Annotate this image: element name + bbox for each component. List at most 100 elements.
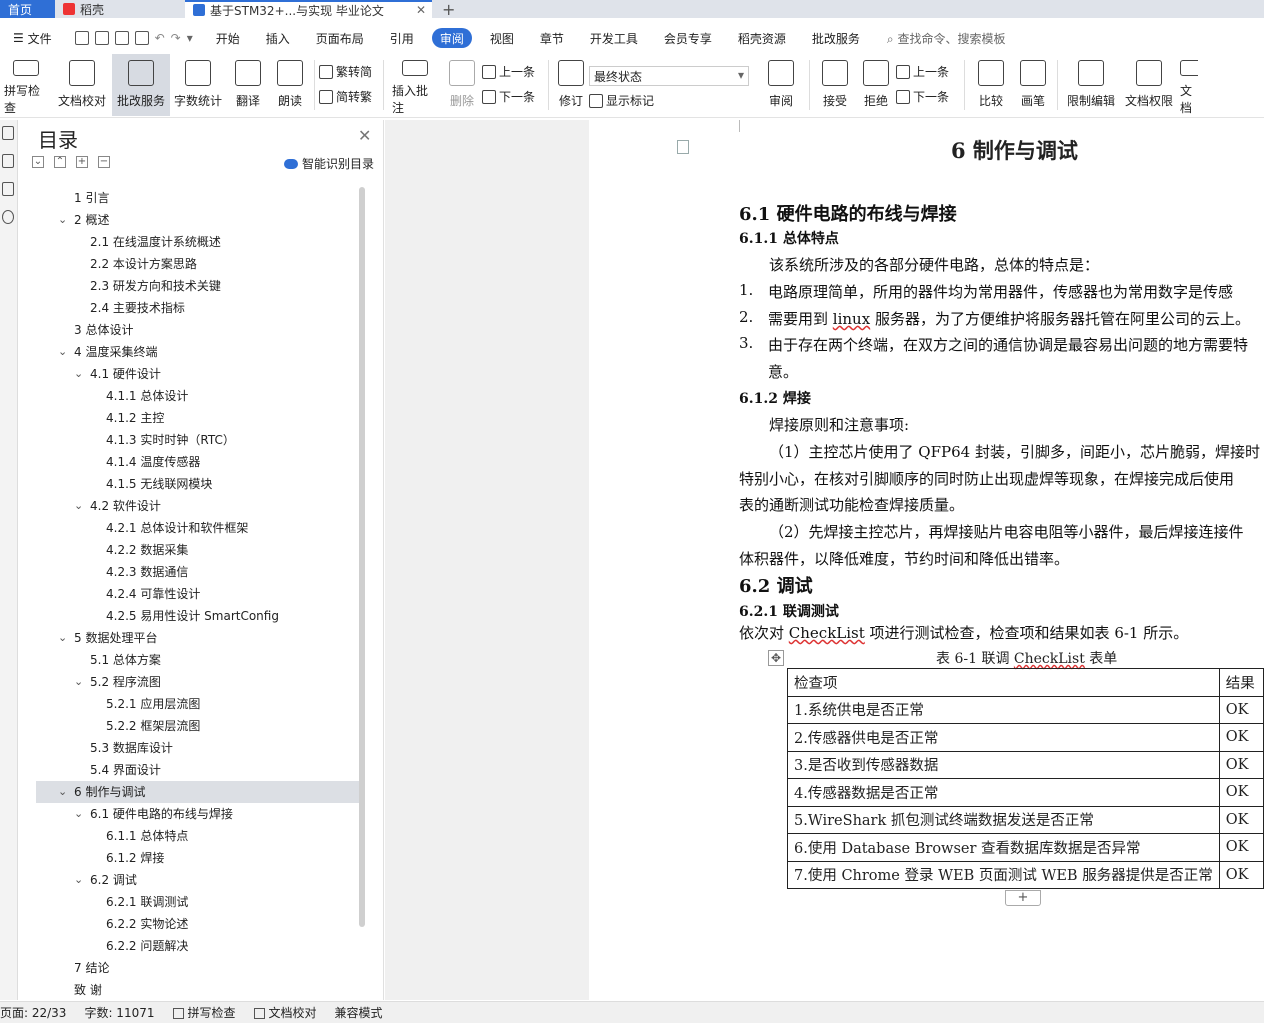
prev-comment-button[interactable]: 上一条 (482, 63, 544, 80)
export-icon[interactable] (94, 31, 109, 45)
menu-daoke[interactable]: 稻壳资源 (725, 28, 799, 48)
toc-item[interactable]: 5.4 界面设计 (36, 759, 359, 781)
toc-item[interactable]: 6.2.2 实物论述 (36, 913, 359, 935)
toc-item[interactable]: ⌄ 5.2 程序流图 (36, 671, 359, 693)
chevron-down-icon[interactable]: ▾ (187, 31, 193, 45)
table-cell[interactable]: OK (1218, 860, 1264, 889)
menu-layout[interactable]: 页面布局 (303, 28, 377, 48)
chevron-down-icon[interactable]: ⌄ (74, 869, 83, 891)
toc-item[interactable]: 4.1.3 实时时钟（RTC） (36, 429, 359, 451)
toc-item[interactable]: 5.1 总体方案 (36, 649, 359, 671)
toc-item[interactable]: 4.2.2 数据采集 (36, 539, 359, 561)
chevron-down-icon[interactable]: ⌄ (74, 803, 83, 825)
toc-item[interactable]: ⌄ 6.1 硬件电路的布线与焊接 (36, 803, 359, 825)
chevron-down-icon[interactable]: ⌄ (74, 495, 83, 517)
toc-item[interactable]: 6.2.1 联调测试 (36, 891, 359, 913)
expand-icon[interactable]: ⌄ (32, 156, 44, 168)
doc-more-button[interactable]: 文档 (1178, 54, 1198, 116)
toc-item[interactable]: ⌄ 4 温度采集终端 (36, 341, 359, 363)
search-icon[interactable] (2, 210, 14, 224)
toc-item[interactable]: 致 谢 (36, 979, 359, 1001)
spell-check-button[interactable]: 拼写检查 (0, 54, 52, 116)
read-aloud-button[interactable]: 朗读 (270, 54, 310, 116)
page-icon[interactable] (677, 140, 689, 154)
undo-icon[interactable]: ↶ (155, 31, 165, 45)
toc-item[interactable]: ⌄ 4.2 软件设计 (36, 495, 359, 517)
toc-item[interactable]: 6.1.1 总体特点 (36, 825, 359, 847)
menu-reference[interactable]: 引用 (377, 28, 427, 48)
table-cell[interactable]: OK (1218, 695, 1264, 724)
next-comment-button[interactable]: 下一条 (482, 88, 544, 105)
toc-item[interactable]: 4.1.1 总体设计 (36, 385, 359, 407)
close-icon[interactable]: ✕ (416, 3, 426, 17)
table-cell[interactable]: OK (1218, 723, 1264, 752)
toc-item[interactable]: 4.1.2 主控 (36, 407, 359, 429)
chevron-down-icon[interactable]: ⌄ (58, 209, 67, 231)
chevron-down-icon[interactable]: ⌄ (74, 671, 83, 693)
final-state-select[interactable]: 最终状态 (589, 66, 749, 86)
chevron-down-icon[interactable]: ⌄ (74, 363, 83, 385)
print-icon[interactable] (114, 31, 129, 45)
review-pane-button[interactable]: 审阅 (757, 54, 805, 116)
trad-to-simp-button[interactable]: 繁转简 (319, 63, 379, 80)
delete-comment-button[interactable]: 删除 (442, 54, 482, 116)
table-cell[interactable]: OK (1218, 805, 1264, 834)
insert-comment-button[interactable]: 插入批注 (388, 54, 442, 116)
reject-button[interactable]: 拒绝 (856, 54, 896, 116)
redo-icon[interactable]: ↷ (171, 31, 181, 45)
table-header-cell[interactable]: 检查项 (787, 668, 1220, 697)
page-indicator[interactable]: 页面: 22/33 (0, 1004, 66, 1021)
tab-home[interactable]: 首页 (0, 0, 55, 18)
toc-item[interactable]: 2.4 主要技术指标 (36, 297, 359, 319)
toc-item[interactable]: 4.1.4 温度传感器 (36, 451, 359, 473)
toc-item[interactable]: 2.2 本设计方案思路 (36, 253, 359, 275)
toc-item[interactable]: 4.2.4 可靠性设计 (36, 583, 359, 605)
toc-item[interactable]: 3 总体设计 (36, 319, 359, 341)
command-search[interactable]: ⌕ 查找命令、搜索模板 (887, 30, 1006, 47)
toc-item[interactable]: 4.2.1 总体设计和软件框架 (36, 517, 359, 539)
table-cell[interactable]: OK (1218, 833, 1264, 862)
toc-item[interactable]: ⌄ 4.1 硬件设计 (36, 363, 359, 385)
toc-item[interactable]: 5.2.1 应用层流图 (36, 693, 359, 715)
chevron-down-icon[interactable]: ⌄ (58, 627, 67, 649)
tab-document[interactable]: 基于STM32+...与实现 毕业论文 ✕ (185, 0, 432, 18)
menu-insert[interactable]: 插入 (253, 28, 303, 48)
simp-to-trad-button[interactable]: 简转繁 (319, 88, 379, 105)
doc-permission-button[interactable]: 文档权限 (1120, 54, 1178, 116)
toc-icon[interactable] (2, 126, 14, 140)
menu-chapter[interactable]: 章节 (527, 28, 577, 48)
word-count-button[interactable]: 字数统计 (170, 54, 226, 116)
table-cell[interactable]: 2.传感器供电是否正常 (787, 723, 1220, 752)
toc-item[interactable]: 5.3 数据库设计 (36, 737, 359, 759)
toc-item[interactable]: 4.2.3 数据通信 (36, 561, 359, 583)
table-move-handle[interactable]: ✥ (768, 650, 784, 666)
table-cell[interactable]: 5.WireShark 抓包测试终端数据发送是否正常 (787, 805, 1220, 834)
restrict-edit-button[interactable]: 限制编辑 (1062, 54, 1120, 116)
correct-service-button[interactable]: 批改服务 (112, 54, 170, 116)
toc-item[interactable]: 2.3 研发方向和技术关键 (36, 275, 359, 297)
print-preview-icon[interactable] (134, 31, 149, 45)
toc-item[interactable]: 6.1.2 焊接 (36, 847, 359, 869)
toc-item[interactable]: ⌄ 6 制作与调试 (36, 781, 359, 803)
menu-view[interactable]: 视图 (477, 28, 527, 48)
compare-button[interactable]: 比较 (969, 54, 1013, 116)
toc-item[interactable]: 4.1.5 无线联网模块 (36, 473, 359, 495)
translate-button[interactable]: 翻译 (226, 54, 270, 116)
toc-item[interactable]: 2.1 在线温度计系统概述 (36, 231, 359, 253)
tab-daoke[interactable]: 稻壳 (55, 0, 185, 18)
menu-review[interactable]: 审阅 (431, 28, 472, 48)
table-cell[interactable]: OK (1218, 778, 1264, 807)
table-cell[interactable]: OK (1218, 750, 1264, 779)
toc-item[interactable]: 1 引言 (36, 187, 359, 209)
accept-button[interactable]: 接受 (814, 54, 856, 116)
menu-correct[interactable]: 批改服务 (799, 28, 873, 48)
next-revision-button[interactable]: 下一条 (896, 88, 960, 105)
spell-check-toggle[interactable]: 拼写检查 (172, 1004, 236, 1021)
table-cell[interactable]: 3.是否收到传感器数据 (787, 750, 1220, 779)
save-icon[interactable] (74, 31, 89, 45)
file-menu[interactable]: ☰ 文件 (0, 28, 65, 48)
add-row-button[interactable]: + (1005, 890, 1041, 906)
chevron-down-icon[interactable]: ⌄ (58, 341, 67, 363)
close-icon[interactable]: ✕ (358, 126, 371, 145)
menu-member[interactable]: 会员专享 (651, 28, 725, 48)
